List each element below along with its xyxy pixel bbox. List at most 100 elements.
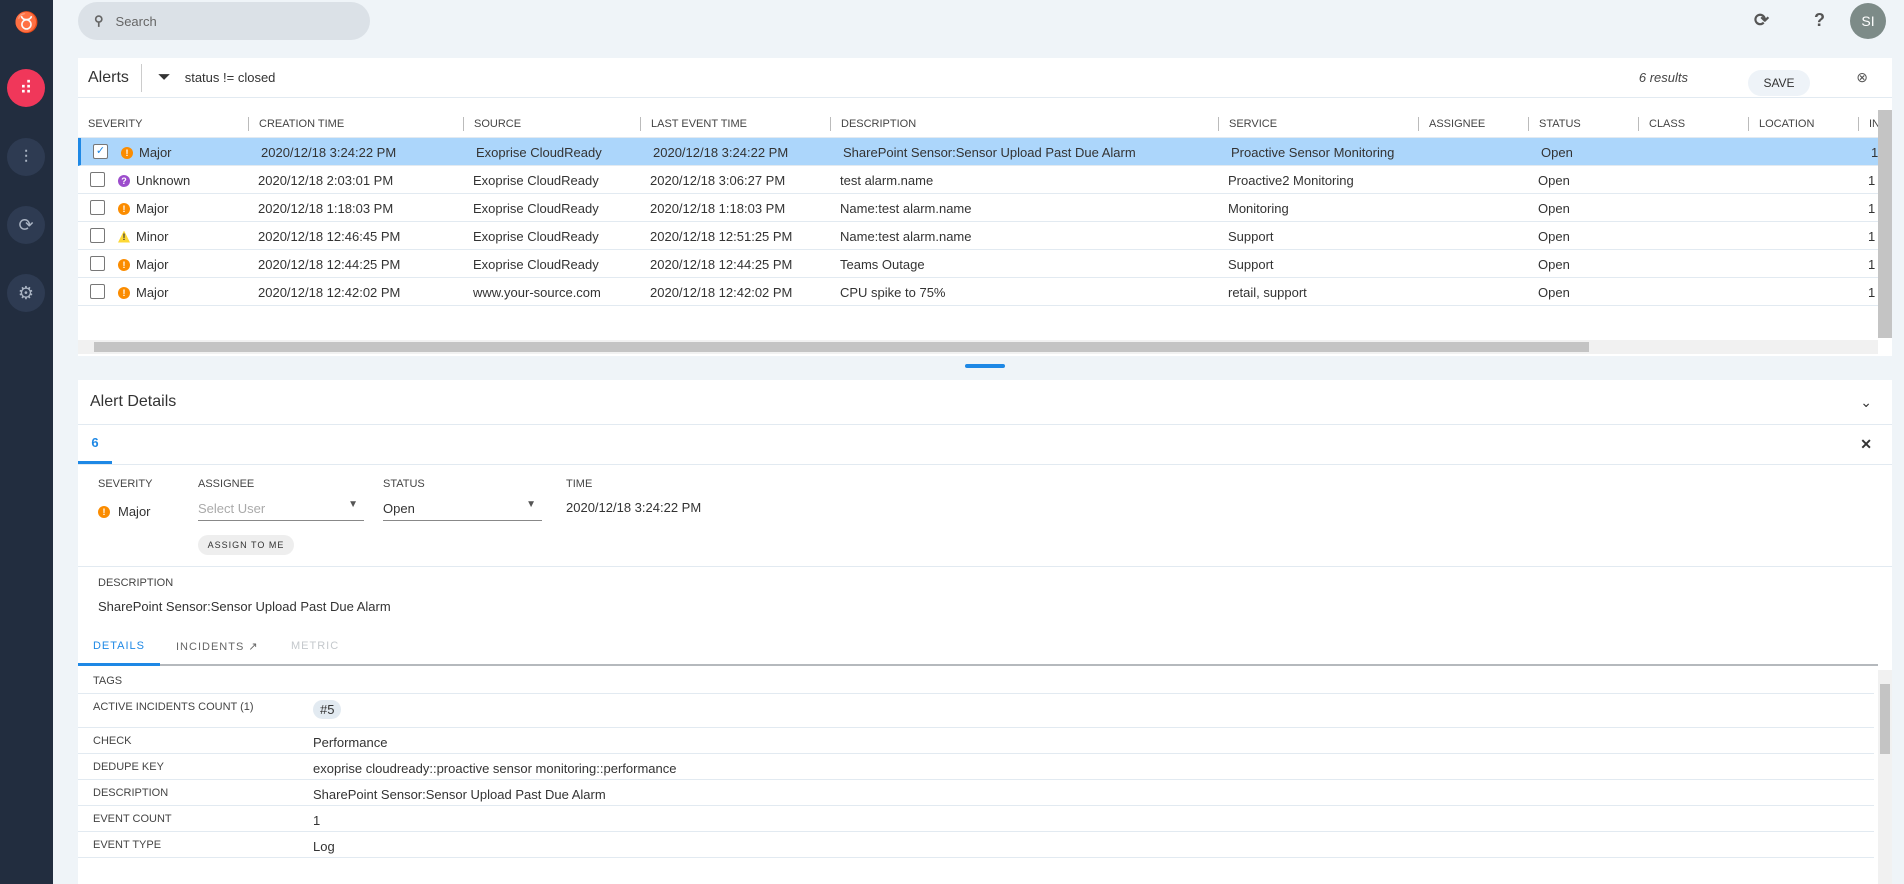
assign-to-me-button[interactable]: ASSIGN TO ME [198, 535, 294, 555]
tab-details[interactable]: DETAILS [78, 628, 160, 666]
row-checkbox[interactable] [90, 256, 105, 271]
settings-gear-icon[interactable]: ⚙ [7, 274, 45, 312]
cell-status: Open [1538, 285, 1570, 300]
dropdown-arrow-icon: ▼ [526, 499, 536, 510]
assignee-placeholder: Select User [198, 501, 266, 516]
external-link-icon: ↗ [248, 641, 259, 653]
cell-description: Name:test alarm.name [840, 201, 972, 216]
avatar[interactable]: SI [1850, 3, 1886, 39]
status-label: STATUS [383, 478, 425, 490]
close-icon[interactable]: ✕ [1860, 436, 1872, 453]
help-icon[interactable]: ? [1814, 10, 1825, 31]
column-header[interactable]: STATUS [1528, 117, 1581, 131]
status-value: Open [383, 501, 415, 516]
table-row[interactable]: ✓ ! Major 2020/12/18 3:24:22 PM Exoprise Cl… [78, 138, 1878, 166]
column-header[interactable]: CLASS [1638, 117, 1685, 131]
cell-source: Exoprise CloudReady [473, 229, 599, 244]
dropdown-arrow-icon: ▼ [348, 499, 358, 510]
alerts-table: SEVERITY CREATION TIME SOURCE LAST EVENT TI… [78, 110, 1888, 306]
detail-row: EVENT COUNT 1 [78, 806, 1874, 832]
cell-inc: 1 [1868, 257, 1876, 272]
tab-incidents-label: INCIDENTS [176, 641, 245, 653]
sliders-nav-icon[interactable]: ⫶ [7, 138, 45, 176]
tab-incidents[interactable]: INCIDENTS ↗ [176, 640, 259, 653]
cell-inc: 1 [1868, 173, 1876, 188]
results-count: 6 results [1638, 70, 1688, 85]
column-header[interactable]: ASSIGNEE [1418, 117, 1485, 131]
detail-key: EVENT TYPE [93, 839, 162, 851]
detail-row: CHECK Performance [78, 728, 1874, 754]
cell-last: 2020/12/18 12:51:25 PM [650, 229, 793, 244]
detail-subtabs: DETAILS INCIDENTS ↗ METRIC [78, 628, 1878, 666]
detail-key: TAGS [93, 675, 123, 687]
cell-inc: 1 [1868, 201, 1876, 216]
time-value: 2020/12/18 3:24:22 PM [566, 500, 702, 515]
cell-last: 2020/12/18 12:44:25 PM [650, 257, 793, 272]
cell-service: Proactive2 Monitoring [1228, 173, 1354, 188]
cell-created: 2020/12/18 12:42:02 PM [258, 285, 401, 300]
minor-warning-icon: ! [118, 230, 130, 243]
column-header[interactable]: SEVERITY [78, 117, 142, 131]
vertical-scrollbar[interactable] [1878, 110, 1892, 338]
column-header[interactable]: SERVICE [1218, 117, 1277, 131]
cell-status: Open [1538, 173, 1570, 188]
time-label: TIME [566, 478, 593, 490]
severity-cell: ! Major [121, 145, 172, 160]
column-header[interactable]: DESCRIPTION [830, 117, 916, 131]
major-icon: ! [118, 286, 130, 299]
detail-value: Performance [313, 735, 388, 750]
table-row[interactable]: ! Major 2020/12/18 1:18:03 PM Exoprise Clou… [78, 194, 1878, 222]
cell-inc: 1 [1868, 285, 1876, 300]
cell-description: Name:test alarm.name [840, 229, 972, 244]
page-title: Alerts [88, 63, 142, 92]
severity-label: SEVERITY [98, 478, 153, 490]
cell-service: Proactive Sensor Monitoring [1231, 145, 1395, 160]
filter-icon[interactable]: ⏷ [158, 69, 171, 87]
table-row[interactable]: ? Unknown 2020/12/18 2:03:01 PM Exoprise Cl… [78, 166, 1878, 194]
refresh-icon[interactable]: ⟳ [1754, 10, 1769, 31]
severity-text: Unknown [136, 173, 191, 188]
details-scrollbar[interactable] [1878, 670, 1892, 884]
cell-service: Monitoring [1228, 201, 1289, 216]
search-input[interactable]: ⚲ Search [78, 2, 370, 40]
cell-description: CPU spike to 75% [840, 285, 946, 300]
severity-text: Major [136, 201, 169, 216]
row-checkbox[interactable] [90, 200, 105, 215]
column-header[interactable]: LOCATION [1748, 117, 1814, 131]
cell-description: test alarm.name [840, 173, 934, 188]
cell-created: 2020/12/18 2:03:01 PM [258, 173, 394, 188]
clear-filter-icon[interactable]: ⊗ [1856, 69, 1868, 86]
cell-created: 2020/12/18 12:46:45 PM [258, 229, 401, 244]
table-row[interactable]: ! Minor 2020/12/18 12:46:45 PM Exoprise Clo… [78, 222, 1878, 250]
row-checkbox[interactable] [90, 172, 105, 187]
alert-details-panel: Alert Details ⌄ 6 ✕ SEVERITY ! Major ASSIGN… [78, 380, 1892, 884]
alerts-nav-icon[interactable]: ⠾ [7, 69, 45, 107]
row-checkbox[interactable]: ✓ [93, 144, 108, 159]
filter-query[interactable]: status != closed [185, 70, 276, 85]
column-header[interactable]: SOURCE [463, 117, 521, 131]
row-checkbox[interactable] [90, 284, 105, 299]
detail-key: DEDUPE KEY [93, 761, 164, 773]
column-header[interactable]: LAST EVENT TIME [640, 117, 747, 131]
detail-key: ACTIVE INCIDENTS COUNT (1) [93, 701, 254, 713]
severity-cell: ! Major [118, 201, 169, 216]
detail-row: TAGS [78, 668, 1874, 694]
status-select[interactable]: Open ▼ [383, 493, 542, 521]
resize-handle[interactable] [965, 364, 1005, 368]
collapse-chevron-icon[interactable]: ⌄ [1860, 394, 1872, 411]
save-button[interactable]: SAVE [1748, 70, 1810, 96]
detail-value: Log [313, 839, 335, 854]
cell-source: Exoprise CloudReady [476, 145, 602, 160]
table-row[interactable]: ! Major 2020/12/18 12:42:02 PM www.your-sou… [78, 278, 1878, 306]
cell-status: Open [1538, 201, 1570, 216]
incident-badge[interactable]: #5 [313, 700, 342, 719]
severity-cell: ! Minor [118, 229, 169, 244]
assignee-select[interactable]: Select User ▼ [198, 493, 364, 521]
cell-last: 2020/12/18 1:18:03 PM [650, 201, 786, 216]
column-header[interactable]: CREATION TIME [248, 117, 344, 131]
sync-nav-icon[interactable]: ⟳ [7, 206, 45, 244]
tab-alert-6[interactable]: 6 [78, 424, 112, 464]
row-checkbox[interactable] [90, 228, 105, 243]
table-row[interactable]: ! Major 2020/12/18 12:44:25 PM Exoprise Clo… [78, 250, 1878, 278]
horizontal-scrollbar[interactable] [78, 340, 1878, 354]
